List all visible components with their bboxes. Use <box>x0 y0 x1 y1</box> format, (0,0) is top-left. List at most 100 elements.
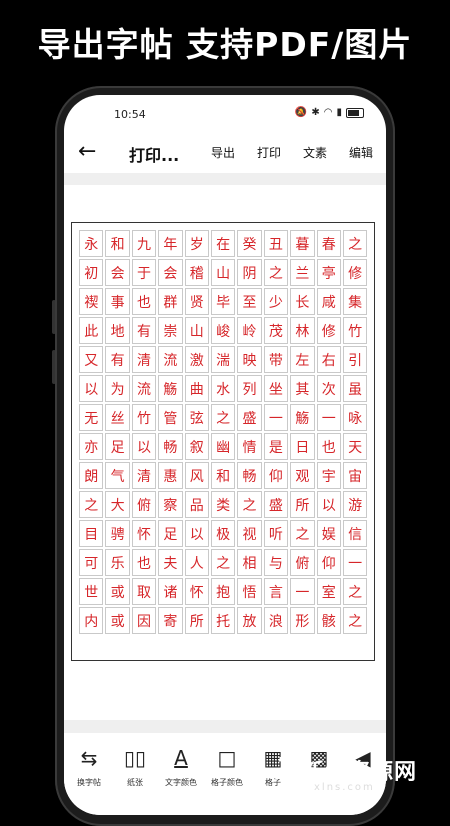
grid-cell: 为 <box>105 375 130 402</box>
grid-cell: 也 <box>131 288 157 315</box>
grid-cell: 阴 <box>237 259 262 286</box>
grid-cell: 可 <box>79 549 104 576</box>
grid-cell: 坐 <box>263 375 289 402</box>
layout-icon: ▯▯ <box>123 746 146 770</box>
grid-cell: 其 <box>290 375 315 402</box>
paper-button[interactable]: ▯▯ 纸张 <box>112 745 158 788</box>
grid-cell: 游 <box>342 491 368 518</box>
grid-cell: 一 <box>290 578 315 605</box>
grid-cell: 骋 <box>105 520 130 547</box>
grid-cell: 初 <box>79 259 104 286</box>
grid-cell: 所 <box>184 607 209 634</box>
text-color-button[interactable]: A 文字颜色 <box>158 745 204 788</box>
grid-cell: 贤 <box>184 288 209 315</box>
grid-cell: 俯 <box>131 491 157 518</box>
grid-cell: 山 <box>210 259 236 286</box>
grid-cell: 或 <box>105 607 130 634</box>
grid-cell: 信 <box>342 520 368 547</box>
grid-cell: 以 <box>131 433 157 460</box>
grid-cell: 此 <box>79 317 104 344</box>
grid-cell: 极 <box>210 520 236 547</box>
grid-cell: 畅 <box>237 462 262 489</box>
grid-cell: 人 <box>184 549 209 576</box>
grid-cell: 长 <box>290 288 315 315</box>
grid-cell: 夫 <box>158 549 183 576</box>
grid-cell: 咏 <box>342 404 368 431</box>
grid-cell: 与 <box>263 549 289 576</box>
grid-cell: 弦 <box>184 404 209 431</box>
grid-cell: 观 <box>290 462 315 489</box>
grid-cell: 集 <box>342 288 368 315</box>
grid-cell: 次 <box>316 375 341 402</box>
grid-cell: 乐 <box>105 549 130 576</box>
status-icons: 🔕 ✱ ◠ ▮ <box>295 107 364 118</box>
grid-cell: 带 <box>263 346 289 373</box>
grid-cell: 山 <box>184 317 209 344</box>
grid-cell: 激 <box>184 346 209 373</box>
grid-cell: 放 <box>237 607 262 634</box>
grid-cell: 抱 <box>210 578 236 605</box>
grid-cell: 曲 <box>184 375 209 402</box>
grid-cell: 之 <box>210 549 236 576</box>
grid-cell: 视 <box>237 520 262 547</box>
copybook-frame: 永和九年岁在癸丑暮春之初会于会稽山阴之兰亭修禊事也群贤毕至少长咸集此地有崇山峻岭… <box>71 222 375 661</box>
grid-cell: 天 <box>342 433 368 460</box>
grid-cell: 气 <box>105 462 130 489</box>
grid-cell: 岭 <box>237 317 262 344</box>
text-button[interactable]: 文素 <box>303 144 327 161</box>
grid-cell: 察 <box>158 491 183 518</box>
grid-cell: 盛 <box>263 491 289 518</box>
grid-cell: 一 <box>342 549 368 576</box>
preview-area: 永和九年岁在癸丑暮春之初会于会稽山阴之兰亭修禊事也群贤毕至少长咸集此地有崇山峻岭… <box>64 173 386 733</box>
grid-cell: 觞 <box>158 375 183 402</box>
grid-cell: 类 <box>210 491 236 518</box>
grid-cell: 映 <box>237 346 262 373</box>
grid-cell: 会 <box>105 259 130 286</box>
battery-icon <box>346 107 364 118</box>
grid-cell: 九 <box>131 230 157 257</box>
phone-screen: 10:54 🔕 ✱ ◠ ▮ ← 打印... 导出 打印 文素 编辑 永和九年岁在… <box>64 95 386 815</box>
grid-cell: 俯 <box>290 549 315 576</box>
grid-cell: 禊 <box>79 288 104 315</box>
grid-cell: 取 <box>131 578 157 605</box>
grid-cell: 会 <box>158 259 183 286</box>
grid-cell: 岁 <box>184 230 209 257</box>
grid-cell: 春 <box>316 230 341 257</box>
grid-cell: 觞 <box>290 404 315 431</box>
grid-cell: 世 <box>79 578 104 605</box>
grid-cell: 水 <box>210 375 236 402</box>
grid-cell: 一 <box>263 404 289 431</box>
grid-cell: 之 <box>210 404 236 431</box>
grid-cell: 清 <box>131 462 157 489</box>
grid-cell: 群 <box>158 288 183 315</box>
grid-cell: 竹 <box>342 317 368 344</box>
grid-cell: 清 <box>131 346 157 373</box>
grid-cell: 地 <box>105 317 130 344</box>
bluetooth-icon: ✱ <box>311 107 320 118</box>
grid-cell: 目 <box>79 520 104 547</box>
grid-cell: 毕 <box>210 288 236 315</box>
grid-cell: 暮 <box>290 230 315 257</box>
swap-icon: ⇆ <box>80 746 98 770</box>
grid-cell: 言 <box>263 578 289 605</box>
grid-cell: 以 <box>184 520 209 547</box>
grid-cell: 风 <box>184 462 209 489</box>
grid-cell: 也 <box>131 549 157 576</box>
grid-color-button[interactable]: □ 格子颜色 <box>204 745 250 788</box>
grid-cell: 一 <box>316 404 341 431</box>
app-toolbar: ← 打印... 导出 打印 文素 编辑 <box>64 135 386 173</box>
grid-cell: 稽 <box>184 259 209 286</box>
back-arrow-icon[interactable]: ← <box>78 139 96 164</box>
grid-cell: 盛 <box>237 404 262 431</box>
export-button[interactable]: 导出 <box>211 144 235 161</box>
grid-cell: 峻 <box>210 317 236 344</box>
print-button[interactable]: 打印 <box>257 144 281 161</box>
edit-button[interactable]: 编辑 <box>349 144 373 161</box>
change-copybook-button[interactable]: ⇆ 换字帖 <box>66 745 112 788</box>
grid-cell: 亦 <box>79 433 104 460</box>
grid-cell: 浪 <box>263 607 289 634</box>
bottom-item-label: 格子颜色 <box>211 778 243 787</box>
bottom-item-label: 换字帖 <box>77 778 101 787</box>
grid-cell: 怀 <box>131 520 157 547</box>
grid-cell: 情 <box>237 433 262 460</box>
